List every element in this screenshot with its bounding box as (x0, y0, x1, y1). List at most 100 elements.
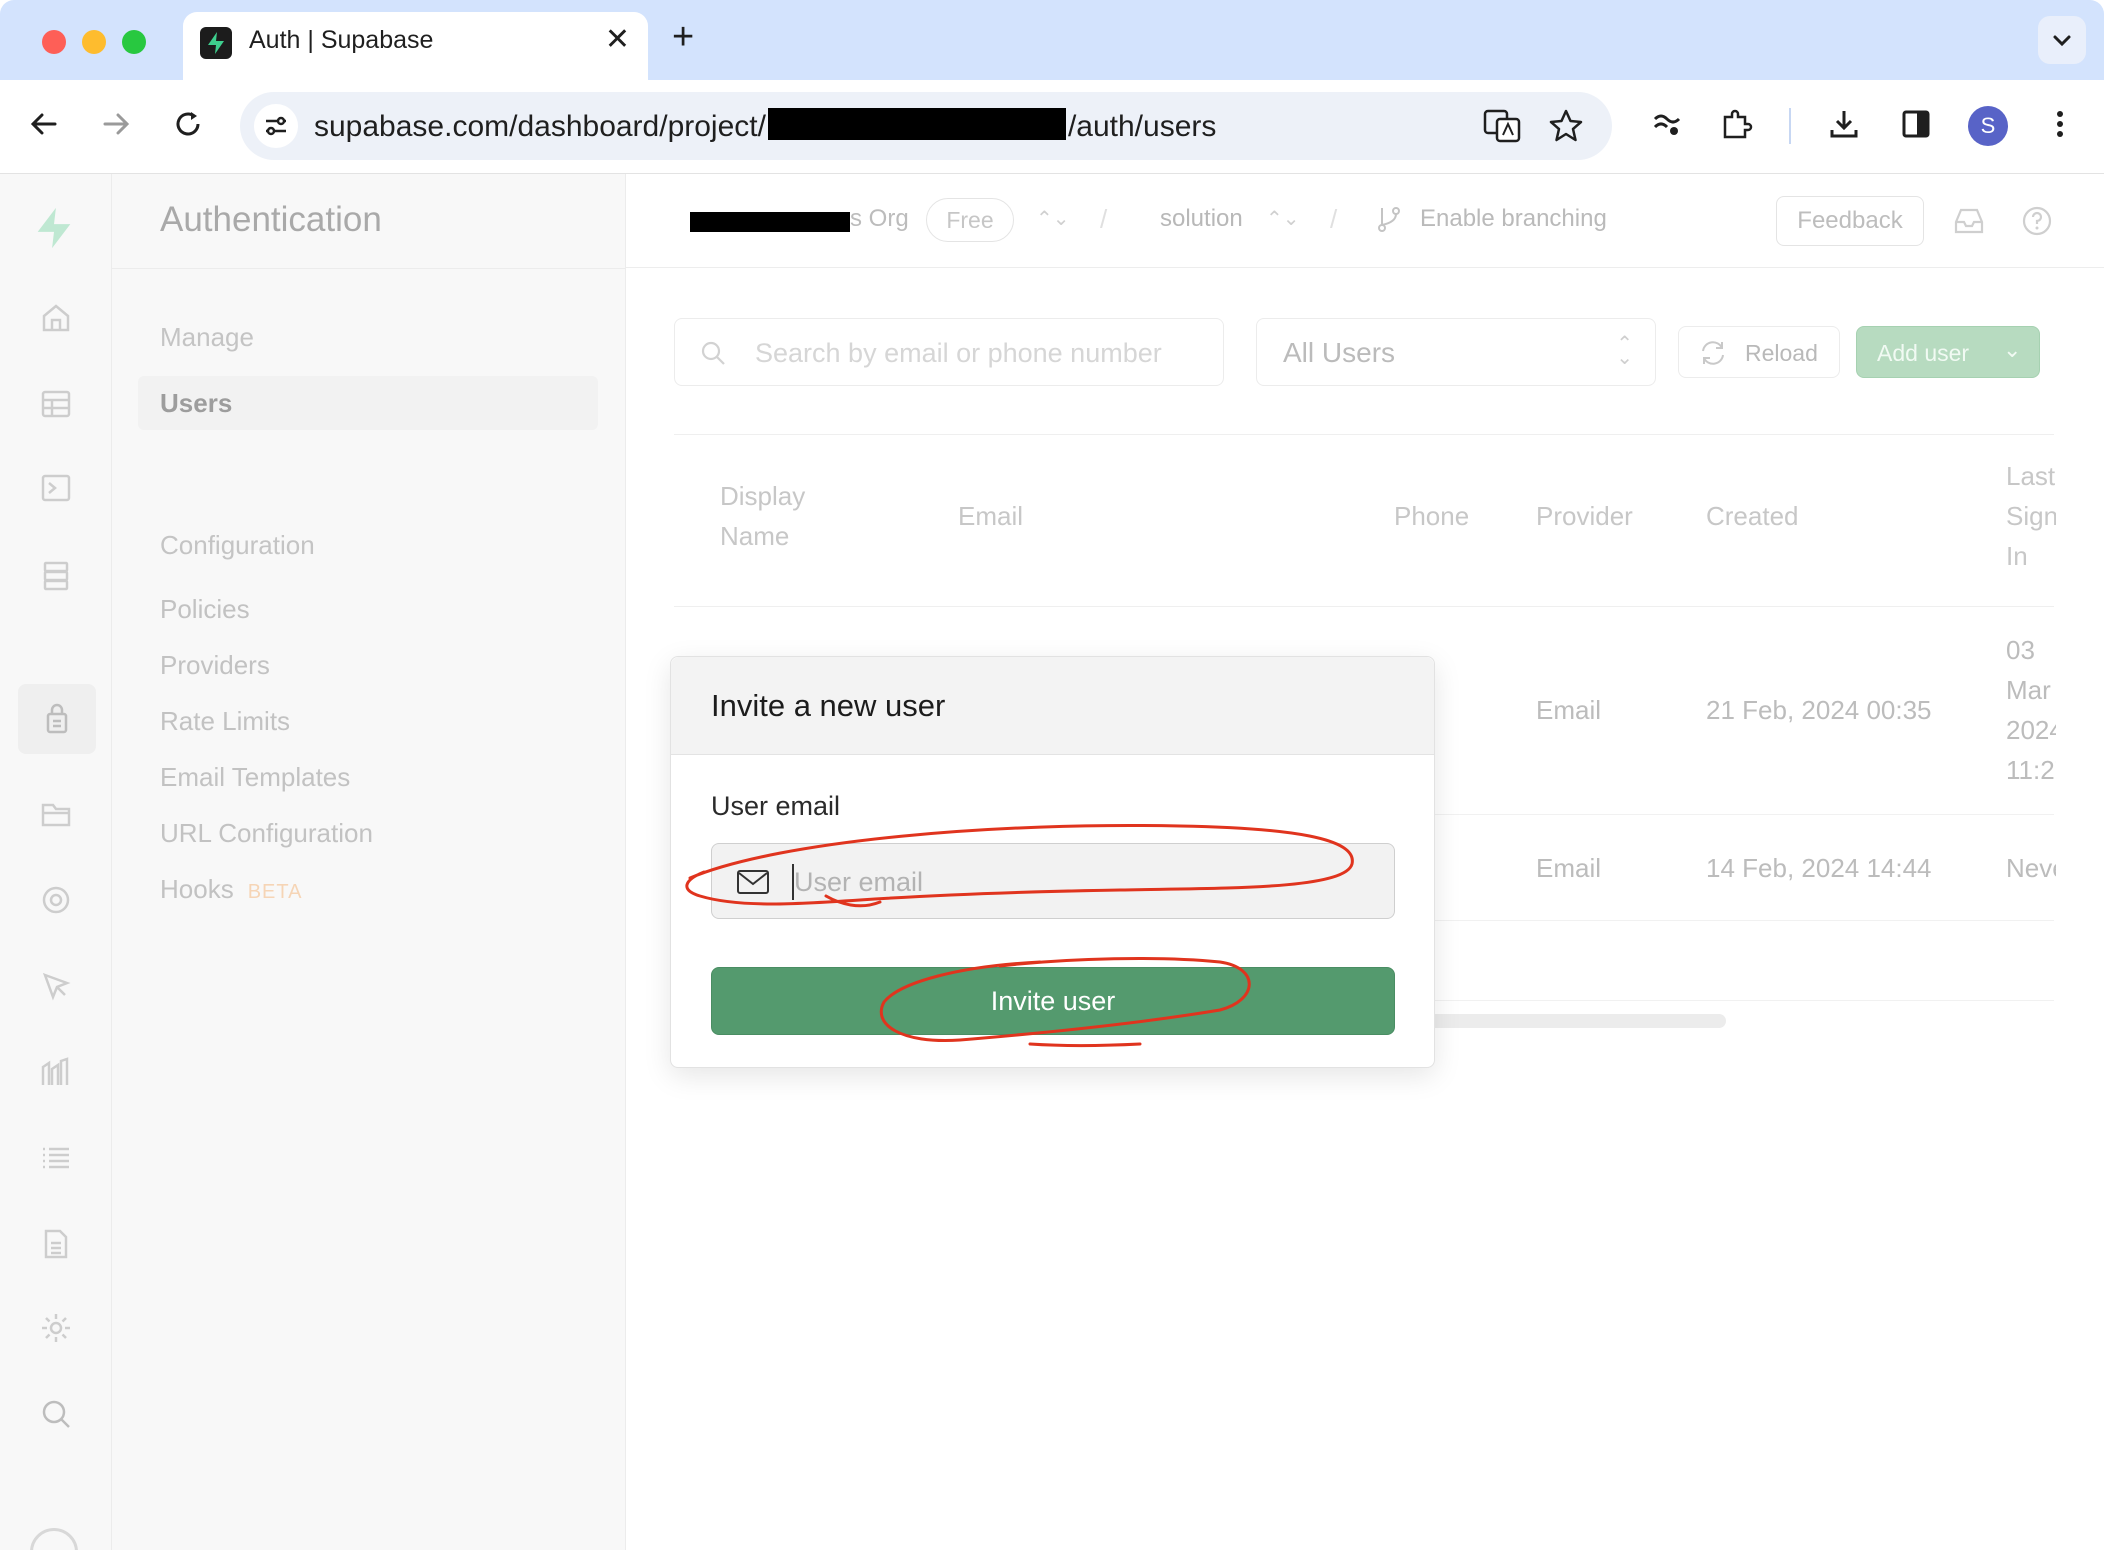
user-filter-select[interactable]: All Users ⌃ ⌄ (1256, 318, 1656, 386)
org-name-suffix[interactable]: s Org (850, 205, 909, 233)
filter-value: All Users (1283, 337, 1396, 368)
tab-close-icon[interactable]: ✕ (605, 22, 630, 57)
reload-page-icon[interactable] (166, 102, 210, 146)
org-switcher-chevron-icon[interactable]: ⌃⌄ (1036, 206, 1070, 231)
inbox-icon[interactable] (1952, 204, 1986, 238)
back-arrow-icon[interactable] (22, 102, 66, 146)
menu-item-email-templates[interactable]: Email Templates (160, 762, 350, 793)
profile-avatar[interactable]: S (1968, 106, 2008, 146)
side-panel-icon[interactable] (1894, 102, 1938, 146)
menu-divider (112, 268, 626, 269)
api-docs-icon[interactable] (32, 1220, 80, 1268)
extensions-puzzle-icon[interactable] (1714, 102, 1758, 146)
new-tab-icon[interactable]: + (672, 16, 694, 59)
storage-icon[interactable] (32, 790, 80, 838)
feedback-button[interactable]: Feedback (1776, 196, 1924, 246)
add-user-button[interactable]: Add user ⌄ (1856, 326, 2040, 378)
column-header-email[interactable]: Email (958, 496, 1023, 536)
search-icon[interactable] (32, 1390, 80, 1438)
menu-item-hooks[interactable]: Hooks BETA (160, 874, 302, 905)
add-user-label: Add user (1877, 340, 1970, 366)
breadcrumb-separator: / (1330, 204, 1338, 234)
project-switcher-chevron-icon[interactable]: ⌃⌄ (1266, 206, 1300, 231)
table-top-border (674, 434, 2054, 435)
reports-icon[interactable] (32, 1048, 80, 1096)
edge-functions-icon[interactable] (32, 876, 80, 924)
extension-tool-icon[interactable] (1644, 102, 1688, 146)
row-2-created: 14 Feb, 2024 14:44 (1706, 853, 1932, 883)
forward-arrow-icon[interactable] (94, 102, 138, 146)
horizontal-scrollbar[interactable] (1426, 1014, 1726, 1028)
beta-badge: BETA (247, 881, 303, 903)
menu-title: Authentication (160, 200, 382, 239)
column-header-display-name[interactable]: Display Name (720, 476, 805, 556)
chevron-down-icon: ⌄ (2003, 337, 2022, 362)
row-1-last-line-4: 11:27 (2006, 755, 2056, 785)
configuration-heading: Configuration (160, 530, 315, 560)
site-settings-icon[interactable] (254, 104, 298, 148)
authentication-icon[interactable] (18, 684, 96, 754)
invite-user-dialog: Invite a new user User email Invite user (670, 656, 1435, 1068)
row-1-last-line-2: Mar (2006, 675, 2051, 705)
close-window-button[interactable] (42, 30, 66, 54)
toolbar-divider (1789, 108, 1791, 144)
hooks-label: Hooks (160, 874, 234, 904)
user-email-input[interactable] (794, 860, 1374, 904)
row-1-last-sign-in: 03 Mar 2024 11:27 (2006, 630, 2056, 790)
table-editor-icon[interactable] (32, 380, 80, 428)
column-header-phone[interactable]: Phone (1394, 496, 1469, 536)
url-prefix: supabase.com/dashboard/project/ (314, 110, 766, 143)
supabase-logo-icon[interactable] (30, 204, 78, 252)
dialog-header: Invite a new user (671, 657, 1434, 755)
column-header-last-sign-in[interactable]: Last Sign In (2006, 456, 2056, 576)
row-1-created: 21 Feb, 2024 00:35 (1706, 695, 1932, 725)
row-1-provider: Email (1536, 695, 1602, 725)
redacted-project-id (767, 108, 1066, 140)
user-email-field[interactable] (711, 843, 1395, 919)
url-suffix: /auth/users (1067, 110, 1217, 143)
project-name[interactable]: solution (1160, 205, 1243, 233)
tab-title: Auth | Supabase (249, 26, 434, 54)
menu-item-providers[interactable]: Providers (160, 650, 270, 681)
home-icon[interactable] (32, 294, 80, 342)
browser-tab-bar: Auth | Supabase ✕ + (0, 0, 2104, 82)
user-avatar-icon[interactable] (30, 1528, 78, 1550)
browser-tab-active[interactable]: Auth | Supabase ✕ (183, 12, 648, 82)
reload-button[interactable]: Reload (1678, 326, 1840, 378)
settings-gear-icon[interactable] (32, 1304, 80, 1352)
row-1-last-line-1: 03 (2006, 635, 2035, 665)
address-bar[interactable]: supabase.com/dashboard/project/ /auth/use… (240, 92, 1612, 160)
zoom-window-button[interactable] (122, 30, 146, 54)
enable-branching-button[interactable]: Enable branching (1420, 205, 1607, 233)
minimize-window-button[interactable] (82, 30, 106, 54)
help-icon[interactable] (2020, 204, 2054, 238)
menu-item-policies[interactable]: Policies (160, 594, 250, 625)
menu-item-users[interactable]: Users (138, 376, 598, 430)
mail-icon (736, 868, 770, 901)
downloads-icon[interactable] (1822, 102, 1866, 146)
icon-rail (0, 174, 112, 1550)
database-icon[interactable] (32, 552, 80, 600)
translate-icon[interactable] (1482, 106, 1522, 151)
realtime-icon[interactable] (32, 962, 80, 1010)
invite-user-button[interactable]: Invite user (711, 967, 1395, 1035)
user-search-input[interactable]: Search by email or phone number (674, 318, 1224, 386)
column-header-provider[interactable]: Provider (1536, 496, 1633, 536)
chrome-menu-icon[interactable] (2038, 102, 2082, 146)
menu-item-url-configuration[interactable]: URL Configuration (160, 818, 373, 849)
menu-item-rate-limits[interactable]: Rate Limits (160, 706, 290, 737)
user-email-label: User email (711, 791, 841, 821)
bookmark-star-icon[interactable] (1546, 106, 1586, 151)
logs-icon[interactable] (32, 1134, 80, 1182)
row-2-provider: Email (1536, 853, 1602, 883)
search-placeholder: Search by email or phone number (755, 338, 1162, 368)
project-topbar: s Org Free ⌃⌄ / solution ⌃⌄ / Enable bra… (626, 174, 2104, 268)
column-header-created[interactable]: Created (1706, 496, 1799, 536)
last-sign-in-line-3: In (2006, 541, 2028, 571)
url-text: supabase.com/dashboard/project/ /auth/use… (314, 108, 1216, 144)
last-sign-in-line-2: Sign (2006, 501, 2056, 531)
tab-search-button[interactable] (2038, 16, 2086, 64)
browser-toolbar: supabase.com/dashboard/project/ /auth/use… (0, 80, 2104, 174)
sql-editor-icon[interactable] (32, 464, 80, 512)
supabase-favicon-icon (200, 27, 232, 59)
